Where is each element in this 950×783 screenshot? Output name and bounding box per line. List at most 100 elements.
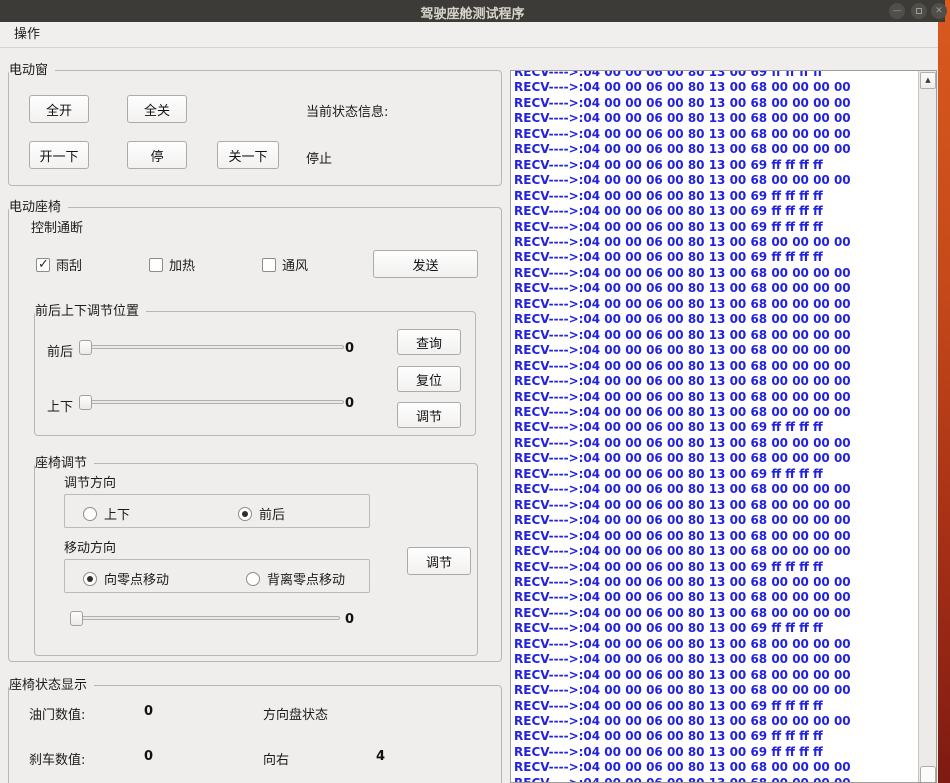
direction-label: 调节方向 — [64, 472, 116, 491]
movement-tozero-radio[interactable]: 向零点移动 — [83, 569, 169, 588]
log-line: RECV---->:04 00 00 06 00 80 13 00 68 00 … — [514, 668, 917, 683]
seat-adjust-slider-handle[interactable] — [70, 611, 83, 626]
close-button[interactable]: ✕ — [931, 3, 947, 19]
current-status-value: 停止 — [306, 148, 332, 167]
log-line: RECV---->:04 00 00 06 00 80 13 00 68 00 … — [514, 482, 917, 497]
log-line: RECV---->:04 00 00 06 00 80 13 00 68 00 … — [514, 451, 917, 466]
position-adjust-button[interactable]: 调节 — [397, 402, 461, 428]
reset-button[interactable]: 复位 — [397, 366, 461, 392]
close-once-button[interactable]: 关一下 — [217, 141, 279, 169]
log-line: RECV---->:04 00 00 06 00 80 13 00 69 ff … — [514, 467, 917, 482]
log-line: RECV---->:04 00 00 06 00 80 13 00 68 00 … — [514, 498, 917, 513]
slider-frontback-label: 前后 — [47, 341, 73, 360]
movement-box: 向零点移动 背离零点移动 — [64, 559, 370, 593]
log-line: RECV---->:04 00 00 06 00 80 13 00 68 00 … — [514, 328, 917, 343]
direction-updown-radio[interactable]: 上下 — [83, 504, 130, 523]
seat-adjust-slider[interactable] — [70, 611, 340, 626]
log-line: RECV---->:04 00 00 06 00 80 13 00 68 00 … — [514, 606, 917, 621]
wiper-checkbox[interactable]: 雨刮 — [36, 255, 82, 274]
wiper-checkbox-label: 雨刮 — [56, 255, 82, 274]
movement-awayzero-radio-label: 背离零点移动 — [267, 569, 345, 588]
movement-awayzero-radio-circle[interactable] — [246, 572, 260, 586]
stop-button[interactable]: 停 — [127, 141, 187, 169]
send-button[interactable]: 发送 — [373, 250, 478, 278]
log-line: RECV---->:04 00 00 06 00 80 13 00 69 ff … — [514, 745, 917, 760]
log-scrollbar[interactable]: ▲ — [918, 71, 936, 783]
minimize-button[interactable]: — — [889, 3, 905, 19]
ventilation-checkbox-box[interactable] — [262, 258, 276, 272]
movement-tozero-radio-circle[interactable] — [83, 572, 97, 586]
ventilation-checkbox-label: 通风 — [282, 255, 308, 274]
frontback-slider-groove[interactable] — [79, 345, 344, 349]
minimize-icon: — — [893, 7, 902, 16]
app-window: 驾驶座舱测试程序 — ✕ 操作 电动窗 全开 全关 开一下 停 关一下 当前状态… — [0, 0, 950, 783]
open-once-button[interactable]: 开一下 — [29, 141, 89, 169]
log-line: RECV---->:04 00 00 06 00 80 13 00 69 ff … — [514, 220, 917, 235]
current-status-label: 当前状态信息: — [306, 101, 388, 120]
heating-checkbox-label: 加热 — [169, 255, 195, 274]
log-line: RECV---->:04 00 00 06 00 80 13 00 68 00 … — [514, 436, 917, 451]
direction-frontback-radio[interactable]: 前后 — [238, 504, 285, 523]
seat-adjust-slider-groove[interactable] — [70, 616, 340, 620]
updown-slider-groove[interactable] — [79, 400, 344, 404]
scroll-up-icon: ▲ — [925, 77, 930, 84]
group-position-adjust-title: 前后上下调节位置 — [35, 303, 146, 320]
frontback-slider[interactable] — [79, 340, 344, 355]
direction-updown-radio-label: 上下 — [104, 504, 130, 523]
log-line: RECV---->:04 00 00 06 00 80 13 00 68 00 … — [514, 390, 917, 405]
scroll-up-button[interactable]: ▲ — [920, 72, 936, 89]
log-line: RECV---->:04 00 00 06 00 80 13 00 68 00 … — [514, 297, 917, 312]
group-position-adjust: 前后上下调节位置 前后 0 上下 0 查询 复位 调节 — [34, 311, 476, 436]
log-line: RECV---->:04 00 00 06 00 80 13 00 68 00 … — [514, 312, 917, 327]
group-electric-seat-title: 电动座椅 — [9, 199, 68, 216]
maximize-button[interactable] — [911, 3, 927, 19]
updown-slider[interactable] — [79, 395, 344, 410]
log-line: RECV---->:04 00 00 06 00 80 13 00 69 ff … — [514, 70, 917, 80]
steering-direction-value: 4 — [376, 749, 385, 764]
updown-slider-handle[interactable] — [79, 395, 92, 410]
seat-adjust-slider-value: 0 — [345, 612, 354, 627]
heating-checkbox-box[interactable] — [149, 258, 163, 272]
frontback-slider-value: 0 — [345, 341, 354, 356]
group-seat-adjust: 座椅调节 调节方向 上下 前后 移动方向 向零点移动 — [34, 463, 478, 656]
menu-bar: 操作 — [0, 22, 938, 48]
log-line: RECV---->:04 00 00 06 00 80 13 00 68 00 … — [514, 637, 917, 652]
log-line: RECV---->:04 00 00 06 00 80 13 00 68 00 … — [514, 359, 917, 374]
log-line: RECV---->:04 00 00 06 00 80 13 00 68 00 … — [514, 405, 917, 420]
slider-updown-label: 上下 — [47, 396, 73, 415]
log-line: RECV---->:04 00 00 06 00 80 13 00 68 00 … — [514, 513, 917, 528]
log-line: RECV---->:04 00 00 06 00 80 13 00 68 00 … — [514, 714, 917, 729]
log-line: RECV---->:04 00 00 06 00 80 13 00 68 00 … — [514, 760, 917, 775]
log-line: RECV---->:04 00 00 06 00 80 13 00 68 00 … — [514, 529, 917, 544]
movement-awayzero-radio[interactable]: 背离零点移动 — [246, 569, 345, 588]
log-line: RECV---->:04 00 00 06 00 80 13 00 69 ff … — [514, 189, 917, 204]
log-line: RECV---->:04 00 00 06 00 80 13 00 68 00 … — [514, 266, 917, 281]
window-titlebar[interactable]: 驾驶座舱测试程序 — ✕ — [0, 0, 945, 22]
log-line: RECV---->:04 00 00 06 00 80 13 00 69 ff … — [514, 204, 917, 219]
close-icon: ✕ — [935, 7, 943, 16]
query-button[interactable]: 查询 — [397, 329, 461, 355]
heating-checkbox[interactable]: 加热 — [149, 255, 195, 274]
direction-box: 上下 前后 — [64, 494, 370, 528]
ventilation-checkbox[interactable]: 通风 — [262, 255, 308, 274]
log-line: RECV---->:04 00 00 06 00 80 13 00 68 00 … — [514, 142, 917, 157]
wiper-checkbox-box[interactable] — [36, 258, 50, 272]
group-electric-seat: 电动座椅 控制通断 雨刮 加热 通风 发送 前后上下调节位置 前后 0 上下 — [8, 207, 502, 662]
log-line: RECV---->:04 00 00 06 00 80 13 00 69 ff … — [514, 729, 917, 744]
log-lines: RECV---->:04 00 00 06 00 80 13 00 69 ff … — [514, 70, 917, 783]
movement-tozero-radio-label: 向零点移动 — [104, 569, 169, 588]
receive-log-panel[interactable]: RECV---->:04 00 00 06 00 80 13 00 69 ff … — [510, 70, 937, 783]
scrollbar-thumb[interactable] — [920, 766, 936, 783]
log-line: RECV---->:04 00 00 06 00 80 13 00 69 ff … — [514, 250, 917, 265]
direction-updown-radio-circle[interactable] — [83, 507, 97, 521]
direction-frontback-radio-circle[interactable] — [238, 507, 252, 521]
menu-item-operation[interactable]: 操作 — [8, 22, 46, 48]
group-electric-window-title: 电动窗 — [9, 62, 55, 79]
full-open-button[interactable]: 全开 — [29, 95, 89, 123]
steering-status-label: 方向盘状态 — [263, 704, 328, 723]
maximize-icon — [916, 8, 922, 14]
seat-adjust-button[interactable]: 调节 — [407, 547, 471, 575]
full-close-button[interactable]: 全关 — [127, 95, 187, 123]
frontback-slider-handle[interactable] — [79, 340, 92, 355]
log-line: RECV---->:04 00 00 06 00 80 13 00 68 00 … — [514, 80, 917, 95]
